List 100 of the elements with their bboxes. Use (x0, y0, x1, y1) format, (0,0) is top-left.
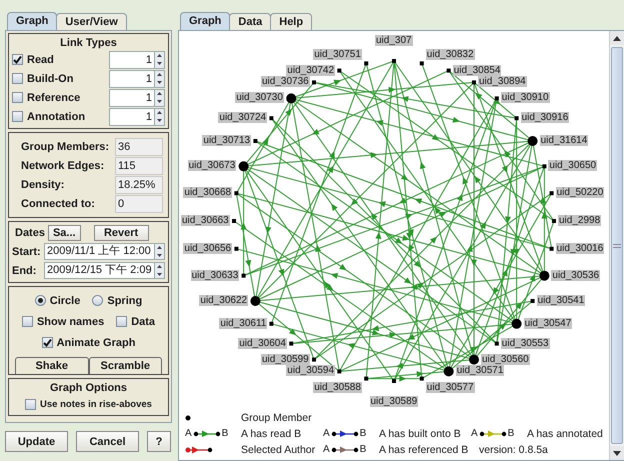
node-label: uid_30894 (478, 76, 527, 88)
node-label: uid_30622 (199, 295, 248, 306)
tab[interactable]: Data (229, 13, 272, 30)
node-label: uid_30571 (456, 365, 504, 376)
stat-label: Connected to: (21, 198, 96, 210)
node-label: uid_30553 (500, 338, 550, 349)
panel-title: Graph Options (50, 381, 127, 395)
tab[interactable]: Help (270, 13, 312, 30)
endpoint-label: A (471, 429, 478, 439)
node-label: uid_31614 (540, 135, 588, 146)
button[interactable]: Update (5, 431, 68, 452)
node-label: uid_30663 (181, 215, 230, 226)
node-label: uid_30832 (426, 49, 475, 60)
checkbox[interactable] (22, 316, 33, 327)
stat-label: Group Members: (21, 140, 110, 152)
endpoint-label: B (360, 445, 366, 455)
checkbox[interactable] (42, 337, 53, 348)
node-label: uid_30910 (500, 92, 550, 104)
number-field[interactable]: 1 (109, 50, 155, 68)
spin-buttons[interactable] (155, 70, 165, 88)
number-field[interactable]: 1 (109, 88, 155, 106)
spin-buttons[interactable] (155, 262, 165, 279)
checkbox[interactable] (25, 398, 36, 410)
node-label: uid_30541 (536, 295, 586, 306)
node-label: uid_30547 (524, 318, 572, 329)
version-text: version: 0.8.5a (479, 444, 548, 456)
node-label: uid_30604 (238, 338, 287, 349)
date-field[interactable]: 2009/11/1 上午 12:00 (44, 243, 155, 260)
checkbox-label: Data (131, 316, 156, 328)
node-label: uid_30742 (286, 64, 336, 76)
spin-buttons[interactable] (155, 108, 165, 126)
panel-title: Link Types (60, 36, 117, 50)
tab[interactable]: Graph (180, 12, 230, 30)
number-field[interactable]: 1 (109, 108, 155, 126)
checkbox[interactable] (12, 73, 23, 84)
button[interactable]: Cancel (76, 431, 139, 452)
node-label: uid_30668 (183, 187, 232, 198)
button[interactable]: Revert (94, 225, 149, 241)
node-label: uid_30656 (183, 242, 232, 254)
checkbox[interactable] (12, 54, 23, 65)
node-label: uid_30594 (286, 365, 336, 376)
checkbox-label: Annotation (27, 110, 86, 122)
spin-buttons[interactable] (155, 50, 165, 68)
button[interactable]: Scramble (88, 357, 162, 374)
checkbox-label: Animate Graph (56, 336, 136, 348)
node-label: uid_30588 (313, 382, 362, 393)
radio-button[interactable] (34, 295, 46, 306)
dates-label: Dates (15, 227, 45, 239)
node-label: uid_50220 (556, 187, 604, 198)
node-label: uid_307 (375, 35, 413, 46)
node-label: uid_30633 (190, 270, 240, 281)
number-field[interactable]: 1 (109, 70, 155, 88)
node-label: uid_30611 (219, 318, 268, 329)
checkbox[interactable] (12, 92, 23, 103)
down-arrow-icon (613, 450, 621, 456)
stat-value-field: 36 (115, 138, 163, 156)
date-field[interactable]: 2009/12/15 下午 2:09 (44, 262, 155, 279)
checkbox-label: Reference (27, 92, 80, 104)
node-label: uid_30916 (520, 112, 570, 124)
endpoint-label: B (222, 429, 228, 439)
tab[interactable]: User/View (56, 13, 127, 30)
radio-label: Spring (107, 294, 142, 306)
stat-value-field: 18.25% (115, 176, 163, 194)
node-label: uid_30713 (202, 135, 252, 146)
endpoint-label: A (323, 445, 330, 455)
button[interactable]: Sa... (48, 225, 81, 241)
checkbox-label: Read (27, 54, 54, 66)
checkbox[interactable] (116, 316, 128, 327)
legend-label: A has annotated (527, 428, 603, 440)
checkbox[interactable] (12, 111, 23, 122)
node-label: uid_30724 (218, 112, 268, 124)
tab[interactable]: Graph (7, 12, 58, 30)
node-label: uid_30673 (188, 160, 236, 172)
radio-button[interactable] (92, 295, 104, 306)
scrollbar[interactable] (609, 31, 624, 460)
node-label: uid_2998 (558, 215, 602, 226)
node-label: uid_30536 (551, 270, 600, 281)
scrollbar-thumb[interactable] (611, 47, 623, 444)
node-label: uid_30751 (313, 49, 362, 60)
node-label: uid_30650 (548, 160, 598, 172)
button[interactable]: Shake (15, 357, 88, 374)
member-dot-icon (185, 415, 191, 421)
legend-label: A has read B (241, 428, 302, 440)
node-label: uid_30854 (452, 64, 502, 76)
node-label: uid_30730 (235, 92, 284, 104)
checkbox-label: Build-On (27, 72, 74, 84)
button[interactable]: ? (147, 431, 171, 452)
node-label: uid_30016 (556, 242, 604, 254)
stat-label: Network Edges: (21, 160, 106, 172)
field-label: End: (12, 264, 38, 276)
field-label: Start: (12, 246, 42, 258)
endpoint-label: A (323, 429, 330, 439)
stat-value-field: 115 (115, 156, 163, 174)
endpoint-label: B (508, 429, 514, 439)
legend-label: A has built onto B (379, 428, 461, 440)
spin-buttons[interactable] (155, 88, 165, 106)
spin-buttons[interactable] (155, 243, 165, 260)
node-label: uid_30736 (261, 76, 310, 88)
node-label: uid_30560 (481, 354, 530, 365)
up-arrow-icon (613, 36, 621, 40)
